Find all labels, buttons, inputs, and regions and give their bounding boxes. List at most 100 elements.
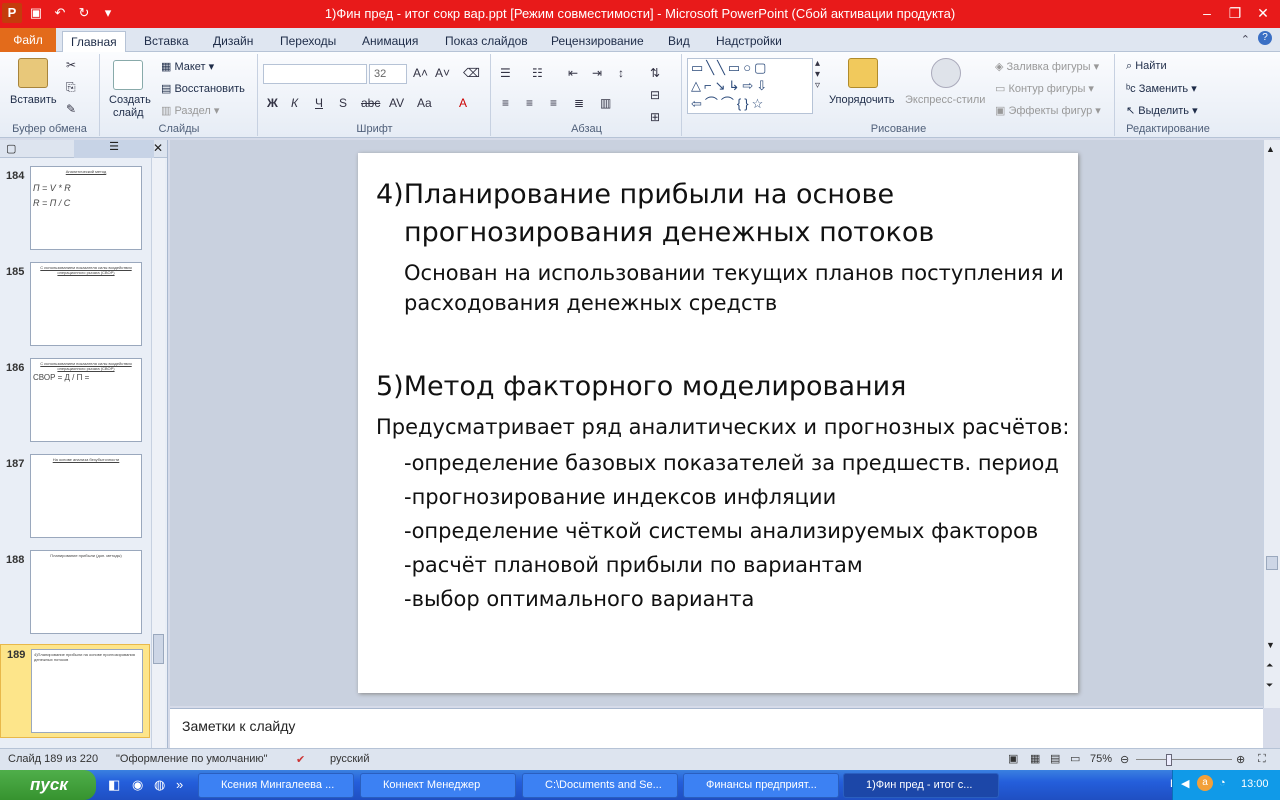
- reading-view-icon[interactable]: ▤: [1050, 752, 1060, 765]
- reset-button[interactable]: ▤ Восстановить: [161, 82, 245, 95]
- next-slide-icon[interactable]: ⏷: [1266, 680, 1273, 691]
- tab-file[interactable]: Файл: [0, 28, 56, 52]
- font-color-icon[interactable]: A: [459, 96, 467, 110]
- zoom-in-icon[interactable]: ⊕: [1236, 753, 1245, 766]
- slide-thumbnail-189[interactable]: 189 4)Планирование прибыли на основе про…: [0, 644, 150, 738]
- tray-network-icon[interactable]: ◔: [1219, 777, 1226, 789]
- justify-icon[interactable]: ≣: [574, 96, 584, 110]
- shape-fill-button[interactable]: ◈ Заливка фигуры ▾: [995, 60, 1099, 73]
- prev-slide-icon[interactable]: ⏶: [1266, 660, 1273, 671]
- tab-review[interactable]: Рецензирование: [543, 31, 652, 52]
- slide-thumbnail-186[interactable]: 186 С использованием показателя силы воз…: [0, 358, 150, 446]
- numbering-icon[interactable]: ☷: [532, 66, 543, 80]
- tab-design[interactable]: Дизайн: [205, 31, 261, 52]
- firefox-icon[interactable]: ◍: [154, 777, 165, 793]
- slide-sorter-icon[interactable]: ▦: [1030, 752, 1040, 765]
- columns-icon[interactable]: ▥: [600, 96, 611, 110]
- taskbar-item[interactable]: Ксения Мингалеева ...: [198, 773, 354, 798]
- taskbar-item-active[interactable]: 1)Фин пред - итог с...: [843, 773, 999, 798]
- decrease-indent-icon[interactable]: ⇤: [568, 66, 578, 80]
- zoom-out-icon[interactable]: ⊖: [1120, 753, 1129, 766]
- tray-arrow-icon[interactable]: ◀: [1181, 777, 1189, 790]
- font-size-select[interactable]: 32: [369, 64, 407, 84]
- quick-styles-icon[interactable]: [931, 58, 961, 88]
- align-center-icon[interactable]: ≡: [526, 96, 533, 110]
- spacing-icon[interactable]: AV: [389, 96, 404, 110]
- tab-addins[interactable]: Надстройки: [708, 31, 790, 52]
- editor-scrollbar[interactable]: ▲ ▼ ⏶ ⏷: [1263, 140, 1280, 708]
- slide-thumbnail-188[interactable]: 188 Планирование прибыли (доп. методы): [0, 550, 150, 638]
- help-icon[interactable]: ?: [1258, 31, 1272, 45]
- slide-canvas[interactable]: 4)Планирование прибыли на основе прогноз…: [358, 153, 1078, 693]
- italic-icon[interactable]: К: [291, 96, 298, 110]
- zoom-slider[interactable]: [1136, 759, 1232, 760]
- notes-pane[interactable]: Заметки к слайду: [170, 708, 1263, 748]
- text-direction-icon[interactable]: ⇅: [650, 66, 660, 80]
- new-slide-button-line1[interactable]: Создать: [109, 94, 151, 106]
- tab-slideshow[interactable]: Показ слайдов: [437, 31, 536, 52]
- theme-name[interactable]: "Оформление по умолчанию": [116, 753, 268, 765]
- format-painter-icon[interactable]: ✎: [66, 102, 76, 116]
- scroll-up-icon[interactable]: ▲: [1266, 144, 1275, 154]
- chrome-icon[interactable]: ◉: [132, 777, 143, 793]
- change-case-icon[interactable]: Aa: [417, 96, 432, 110]
- tray-app-icon[interactable]: a: [1197, 775, 1213, 791]
- align-left-icon[interactable]: ≡: [502, 96, 509, 110]
- scroll-thumb[interactable]: [153, 634, 164, 664]
- zoom-slider-thumb[interactable]: [1166, 754, 1172, 766]
- shape-effects-button[interactable]: ▣ Эффекты фигур ▾: [995, 104, 1101, 117]
- tab-insert[interactable]: Вставка: [136, 31, 197, 52]
- layout-button[interactable]: ▦ Макет ▾: [161, 60, 214, 73]
- font-name-select[interactable]: [263, 64, 367, 84]
- shrink-font-icon[interactable]: A˅: [435, 66, 450, 80]
- start-button[interactable]: пуск: [0, 770, 96, 800]
- copy-icon[interactable]: ⎘: [66, 80, 76, 95]
- language-indicator[interactable]: русский: [330, 753, 369, 765]
- shape-outline-button[interactable]: ▭ Контур фигуры ▾: [995, 82, 1094, 95]
- bullets-icon[interactable]: ☰: [500, 66, 511, 80]
- find-button[interactable]: ⌕ Найти: [1126, 60, 1167, 73]
- new-slide-icon[interactable]: [113, 60, 143, 90]
- quick-styles-button[interactable]: Экспресс-стили: [905, 94, 985, 106]
- zoom-level[interactable]: 75%: [1090, 753, 1112, 765]
- increase-indent-icon[interactable]: ⇥: [592, 66, 602, 80]
- spellcheck-icon[interactable]: ✔: [296, 753, 305, 766]
- gallery-scroll-icon[interactable]: ▴ ▾ ▿: [815, 58, 820, 91]
- cut-icon[interactable]: ✂: [66, 58, 76, 72]
- align-text-icon[interactable]: ⊟: [650, 88, 660, 102]
- slide-thumbnail-185[interactable]: 185 С использованием показателя силы воз…: [0, 262, 150, 350]
- slides-scrollbar[interactable]: [151, 158, 165, 748]
- arrange-icon[interactable]: [848, 58, 878, 88]
- tab-transitions[interactable]: Переходы: [272, 31, 344, 52]
- slide-thumbnail-184[interactable]: 184 Аналитический метод П = V * R R = П …: [0, 166, 150, 254]
- clock[interactable]: 13:00: [1241, 778, 1269, 790]
- taskbar-item[interactable]: C:\Documents and Se...: [522, 773, 678, 798]
- slides-tab-icon[interactable]: ▢: [6, 142, 16, 155]
- restore-icon[interactable]: ❐: [1222, 2, 1248, 24]
- underline-icon[interactable]: Ч: [315, 96, 323, 110]
- close-panel-icon[interactable]: ✕: [153, 141, 163, 155]
- tab-home[interactable]: Главная: [62, 31, 126, 52]
- tab-view[interactable]: Вид: [660, 31, 698, 52]
- scroll-down-icon[interactable]: ▼: [1266, 640, 1275, 650]
- replace-button[interactable]: ᵇc Заменить ▾: [1126, 82, 1197, 95]
- minimize-icon[interactable]: –: [1194, 2, 1220, 24]
- align-right-icon[interactable]: ≡: [550, 96, 557, 110]
- shadow-icon[interactable]: S: [339, 96, 347, 110]
- taskbar-item[interactable]: Коннект Менеджер: [360, 773, 516, 798]
- slide-thumbnail-187[interactable]: 187 На основе анализа безубыточности: [0, 454, 150, 542]
- arrange-button[interactable]: Упорядочить: [829, 94, 894, 106]
- clear-format-icon[interactable]: ⌫: [463, 66, 480, 80]
- taskbar-expand-icon[interactable]: »: [176, 777, 183, 792]
- line-spacing-icon[interactable]: ↕: [618, 66, 624, 80]
- new-slide-button-line2[interactable]: слайд: [113, 107, 144, 119]
- fit-window-icon[interactable]: ⛶: [1258, 753, 1266, 766]
- smartart-icon[interactable]: ⊞: [650, 110, 660, 124]
- shapes-gallery[interactable]: ▭╲╲▭○▢ △⌐↘↳⇨⇩ ⇦⌒⌒{}☆: [687, 58, 813, 114]
- paste-icon[interactable]: [18, 58, 48, 88]
- section-button[interactable]: ▥ Раздел ▾: [161, 104, 219, 117]
- normal-view-icon[interactable]: ▣: [1008, 752, 1018, 765]
- taskbar-item[interactable]: Финансы предприят...: [683, 773, 839, 798]
- scroll-thumb[interactable]: [1266, 556, 1278, 570]
- select-button[interactable]: ↖ Выделить ▾: [1126, 104, 1198, 117]
